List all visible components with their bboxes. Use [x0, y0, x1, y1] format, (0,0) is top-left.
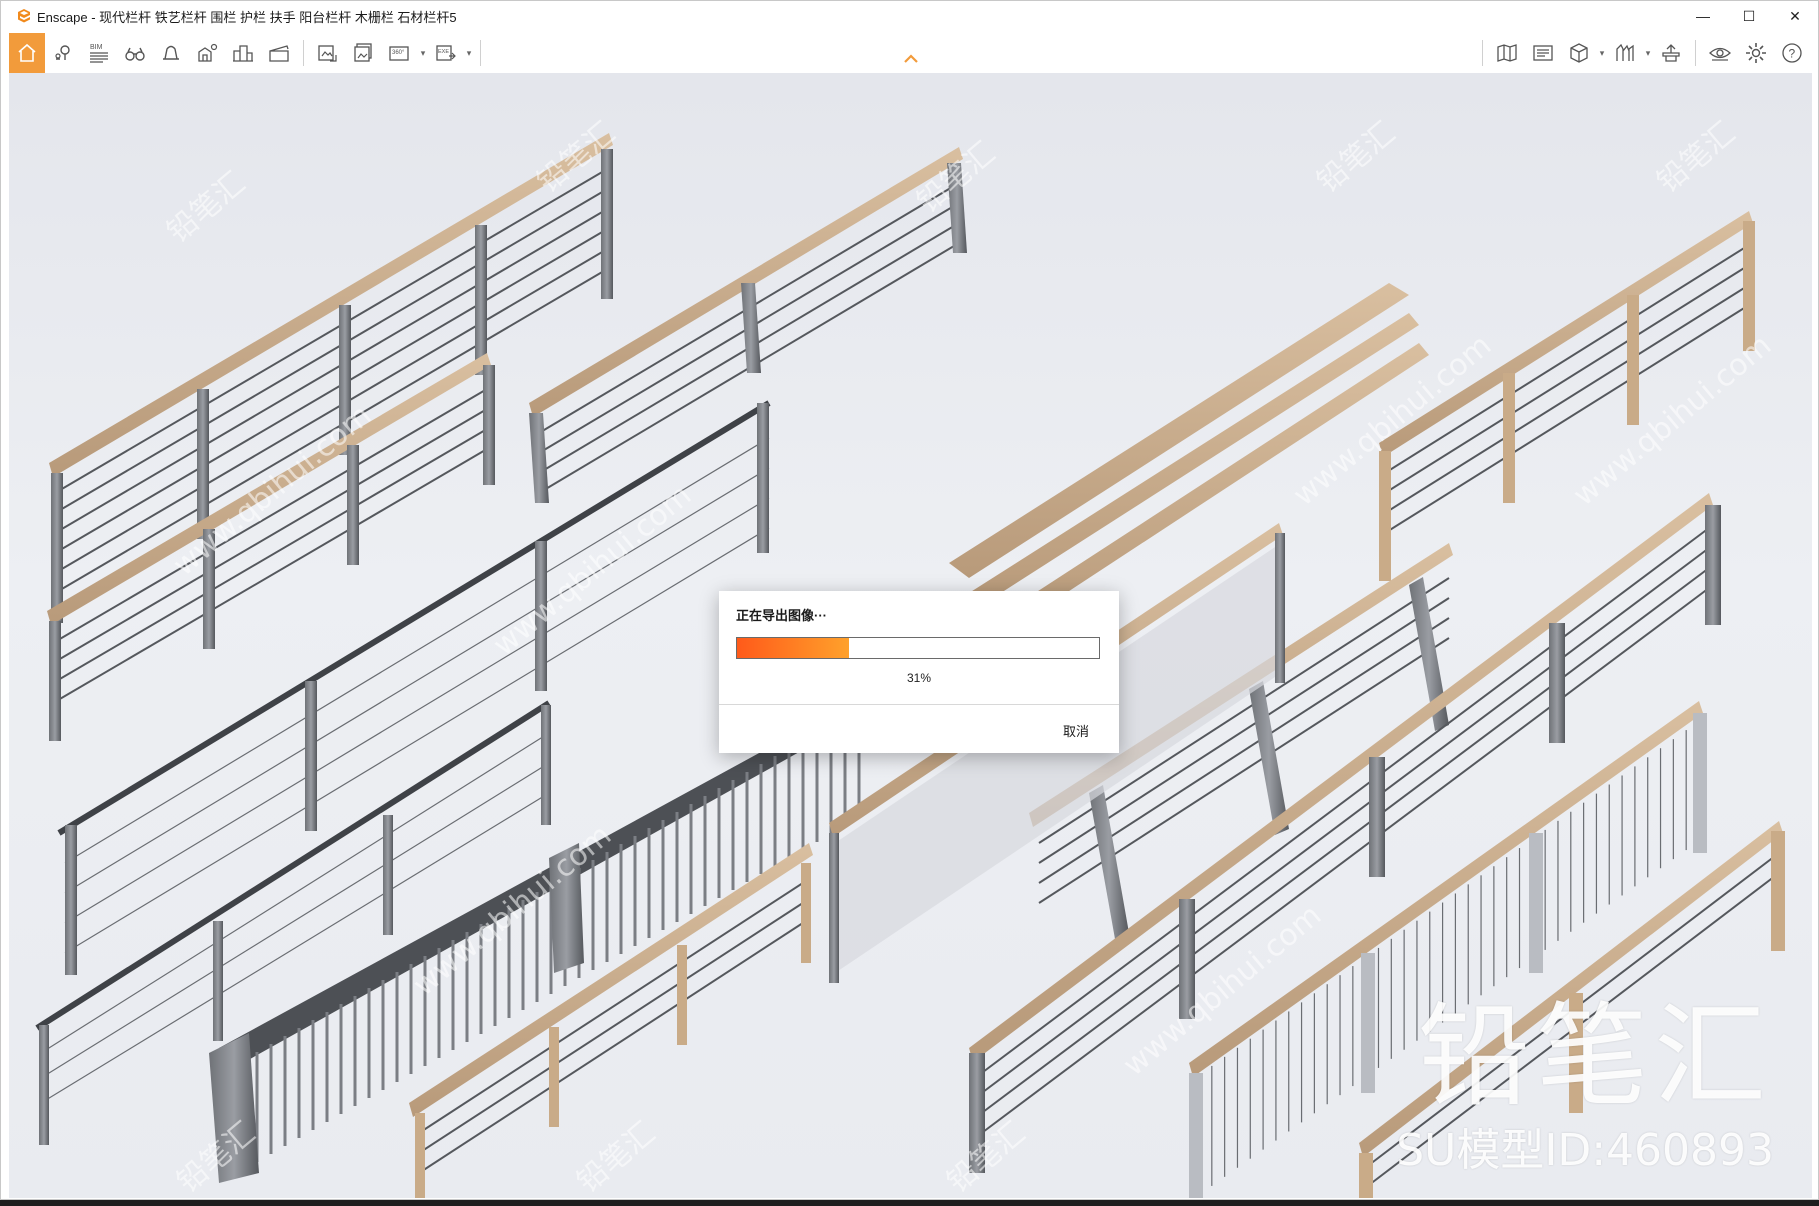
exe-export-dropdown[interactable]: ▾: [464, 33, 474, 73]
toolbar-divider: [480, 40, 481, 66]
toolbar-divider: [1695, 40, 1696, 66]
bell-view-icon: [163, 45, 179, 60]
railing-3: [529, 147, 967, 503]
toolbar-right-group: ▾ ▾ ?: [1476, 33, 1810, 73]
panorama-button[interactable]: 360°: [382, 33, 418, 73]
window-controls: — ☐ ✕: [1680, 1, 1818, 31]
minimize-icon: —: [1696, 8, 1710, 24]
enscape-window: Enscape - 现代栏杆 铁艺栏杆 围栏 护栏 扶手 阳台栏杆 木栅栏 石材…: [0, 0, 1819, 1200]
dialog-divider: [719, 704, 1119, 705]
window-title: Enscape - 现代栏杆 铁艺栏杆 围栏 护栏 扶手 阳台栏杆 木栅栏 石材…: [37, 9, 457, 25]
cube-icon: [1570, 43, 1588, 63]
desktop-strip: [0, 1200, 1819, 1206]
panorama-360-icon: 360°: [389, 46, 409, 61]
batch-export-button[interactable]: [346, 33, 382, 73]
enscape-logo-icon: [18, 9, 30, 23]
railing-2: [47, 353, 495, 741]
sun-house-button[interactable]: [189, 33, 225, 73]
visibility-button[interactable]: [1702, 33, 1738, 73]
screenshot-export-icon: [318, 45, 337, 62]
settings-gear-icon: [1746, 43, 1766, 63]
progress-percent-label: 31%: [906, 671, 932, 685]
video-editor-icon: [1533, 45, 1553, 61]
help-button[interactable]: ?: [1774, 33, 1810, 73]
settings-button[interactable]: [1738, 33, 1774, 73]
asset-library-button[interactable]: [1607, 33, 1643, 73]
visibility-icon: [1709, 47, 1731, 61]
asset-library-icon: [1616, 43, 1634, 61]
bell-view-button[interactable]: [153, 33, 189, 73]
maximize-button[interactable]: ☐: [1726, 1, 1772, 31]
buildings-button[interactable]: [225, 33, 261, 73]
home-button[interactable]: [9, 33, 45, 73]
panorama-label: 360°: [392, 50, 405, 56]
binoculars-icon: [125, 47, 145, 61]
home-icon: [18, 43, 36, 62]
minimize-button[interactable]: —: [1680, 1, 1726, 31]
bim-button[interactable]: BIM: [81, 33, 117, 73]
progress-fill: [737, 638, 850, 658]
buildings-icon: [233, 45, 253, 62]
cube-button[interactable]: [1561, 33, 1597, 73]
clapperboard-button[interactable]: [261, 33, 297, 73]
location-pin-icon: [55, 45, 70, 60]
bim-icon: BIM: [90, 44, 108, 63]
upload-button[interactable]: [1653, 33, 1689, 73]
help-icon: ?: [1782, 43, 1802, 63]
export-progress-bar: [736, 637, 1100, 659]
exe-label: EXE: [438, 49, 449, 55]
map-icon: [1497, 44, 1517, 62]
location-button[interactable]: [45, 33, 81, 73]
map-button[interactable]: [1489, 33, 1525, 73]
exe-export-icon: EXE: [436, 45, 456, 61]
maximize-icon: ☐: [1742, 7, 1756, 24]
toolbar-divider: [1482, 40, 1483, 66]
toolbar-divider: [303, 40, 304, 66]
cube-dropdown[interactable]: ▾: [1597, 33, 1607, 73]
video-editor-button[interactable]: [1525, 33, 1561, 73]
title-bar: Enscape - 现代栏杆 铁艺栏杆 围栏 护栏 扶手 阳台栏杆 木栅栏 石材…: [1, 1, 1818, 31]
watermark-model-id: SU模型ID:460893: [1396, 1125, 1774, 1176]
binoculars-button[interactable]: [117, 33, 153, 73]
upload-icon: [1662, 44, 1680, 62]
cancel-button[interactable]: 取消: [1063, 721, 1089, 740]
screenshot-export-button[interactable]: [310, 33, 346, 73]
render-viewport[interactable]: 铅笔汇 铅笔汇 铅笔汇 铅笔汇 铅笔汇 www.qbihui.com www.q…: [9, 73, 1812, 1198]
exe-export-button[interactable]: EXE: [428, 33, 464, 73]
asset-library-dropdown[interactable]: ▾: [1643, 33, 1653, 73]
clapperboard-icon: [269, 45, 289, 62]
watermark-brand: 铅笔汇: [1418, 992, 1772, 1122]
dialog-title: 正在导出图像···: [736, 608, 827, 623]
help-label: ?: [1789, 47, 1796, 61]
sun-house-icon: [198, 43, 218, 62]
export-progress-dialog: 正在导出图像··· 31% 取消: [719, 591, 1119, 753]
collapse-toolbar-caret-icon[interactable]: [901, 51, 921, 67]
panorama-dropdown[interactable]: ▾: [418, 33, 428, 73]
batch-export-icon: [354, 43, 372, 62]
close-icon: ✕: [1789, 7, 1801, 24]
close-button[interactable]: ✕: [1772, 1, 1818, 31]
bim-label: BIM: [90, 44, 103, 51]
